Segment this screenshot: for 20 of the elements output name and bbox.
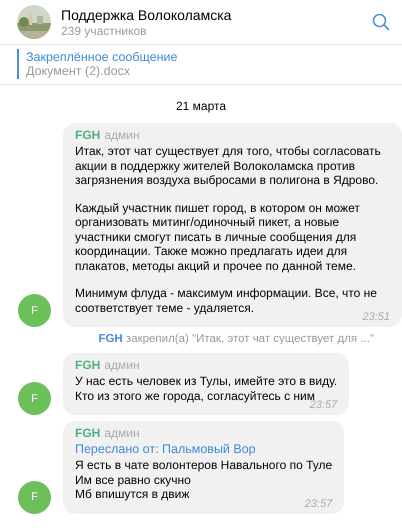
avatar[interactable]: F <box>18 382 51 415</box>
message-time: 23:51 <box>362 311 390 323</box>
service-message: FGH закрепил(а) "Итак, этот чат существует для ..." <box>98 333 374 345</box>
forwarded-label[interactable]: Переслано от: Пальмовый Вор <box>75 442 332 456</box>
pinned-message[interactable]: Закреплённое сообщение Документ (2).docx <box>17 49 326 79</box>
author-name[interactable]: FGH <box>75 358 100 372</box>
avatar[interactable]: F <box>18 480 51 514</box>
message-time: 23:57 <box>310 399 338 411</box>
avatar[interactable]: F <box>18 294 51 327</box>
role-label: админ <box>104 128 140 142</box>
date-label: 21 марта <box>176 99 226 113</box>
search-icon[interactable] <box>372 13 390 31</box>
role-label: админ <box>104 358 140 372</box>
author-name[interactable]: FGH <box>75 128 100 142</box>
member-count: 239 участников <box>61 24 148 38</box>
message-text: Каждый участник пишет город, в котором он может организовать митинг/одиночный пикет, а новые участники смогут писать в личные сообщения для координации. Также можно предлагать идеи для плакатов, методы акций и прочее по данной теме. <box>75 200 361 273</box>
chat-title: Поддержка Волоколамска <box>61 6 232 22</box>
role-label: админ <box>104 426 140 440</box>
author-name[interactable]: FGH <box>75 426 100 440</box>
message-text: Итак, этот чат существует для того, чтобы согласовать акции в поддержку жителей Волоколамска против загрязнения воздуха выбросами в полигона в Ядрово. <box>75 144 382 188</box>
